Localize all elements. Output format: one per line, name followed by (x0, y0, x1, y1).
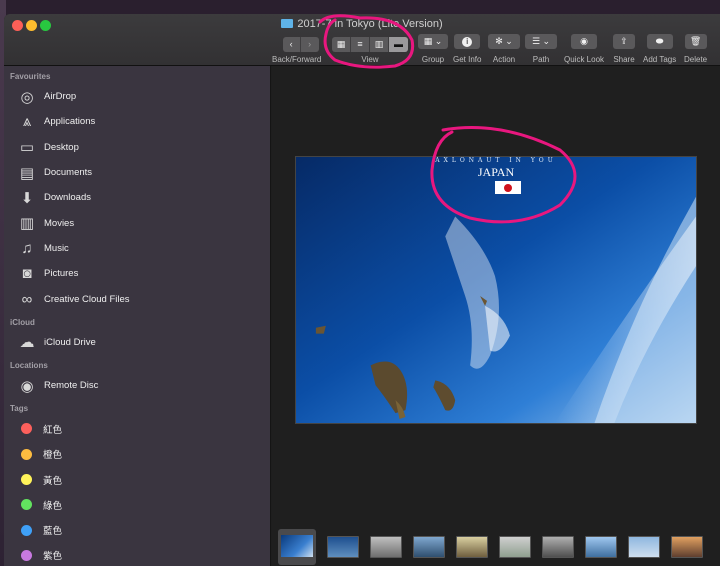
sidebar-item-airdrop[interactable]: ◎ AirDrop (4, 84, 270, 109)
tag-icon: ⬬ (655, 36, 664, 46)
filmstrip-thumb[interactable] (542, 536, 574, 558)
creative-cloud-icon: ∞ (21, 290, 33, 308)
add-tags-group: ⬬ Add Tags (643, 34, 676, 64)
sidebar-item-remote-disc[interactable]: ◉ Remote Disc (4, 373, 270, 398)
path-button[interactable]: ☰ ⌄ (525, 34, 557, 49)
delete-label: Delete (684, 55, 708, 64)
sidebar-section-icloud: iCloud (10, 317, 35, 327)
path-label: Path (532, 55, 550, 64)
airdrop-icon: ◎ (20, 88, 34, 106)
window-title: 2017-7 in Tokyo (Lite Version) (4, 18, 720, 30)
sidebar-item-documents[interactable]: ▤ Documents (4, 160, 270, 185)
column-view-button[interactable]: ▥ (370, 37, 389, 52)
list-view-button[interactable]: ≡ (351, 37, 370, 52)
sidebar-item-pictures[interactable]: ◙ Pictures (4, 261, 270, 286)
add-tags-button[interactable]: ⬬ (646, 34, 673, 49)
pictures-icon: ◙ (22, 265, 32, 283)
view-group: ▦ ≡ ▥ ▬ View (332, 34, 408, 64)
tag-color-dot (21, 524, 32, 536)
tag-color-dot (21, 474, 32, 485)
cloud-icon: ☁ (19, 334, 35, 352)
sidebar: Favourites ◎ AirDrop ⩓ Applications ▭ De… (4, 66, 271, 566)
group-button[interactable]: ▦ ⌄ (418, 34, 448, 49)
filmstrip-thumb[interactable] (671, 536, 703, 558)
forward-button[interactable]: › (301, 37, 319, 52)
path-group: ☰ ⌄ Path (525, 34, 557, 64)
folder-icon (281, 19, 294, 28)
filmstrip-thumb[interactable] (370, 536, 402, 558)
filmstrip-thumb[interactable] (628, 536, 660, 558)
sidebar-item-tag-red[interactable]: 紅色 (4, 416, 270, 441)
filmstrip-thumb[interactable] (499, 536, 531, 558)
info-icon: i (462, 37, 473, 47)
filmstrip-thumb-selected[interactable] (278, 529, 316, 565)
sidebar-item-tag-green[interactable]: 綠色 (4, 492, 270, 517)
sidebar-item-desktop[interactable]: ▭ Desktop (4, 135, 270, 160)
group-label: Group (421, 55, 445, 64)
action-button[interactable]: ✻ ⌄ (488, 34, 520, 49)
share-button[interactable]: ⇪ (613, 34, 635, 49)
share-label: Share (613, 55, 635, 64)
sidebar-item-creative-cloud-files[interactable]: ∞ Creative Cloud Files (4, 286, 270, 311)
group-group: ▦ ⌄ Group (418, 34, 448, 64)
add-tags-label: Add Tags (643, 55, 677, 64)
delete-group: 🗑 Delete (684, 34, 707, 64)
sidebar-item-tag-orange[interactable]: 橙色 (4, 442, 270, 467)
filmstrip-thumb[interactable] (413, 536, 445, 558)
photo-caption: AXLONAUT IN YOU (435, 157, 557, 164)
sidebar-section-favourites: Favourites (10, 72, 51, 81)
get-info-button[interactable]: i (454, 34, 481, 49)
back-forward-label: Back/Forward (272, 55, 322, 64)
sidebar-item-applications[interactable]: ⩓ Applications (4, 109, 270, 134)
sidebar-section-tags: Tags (10, 404, 29, 414)
photo-headline: JAPAN (477, 165, 515, 179)
sidebar-item-tag-yellow[interactable]: 黃色 (4, 467, 270, 492)
filmstrip (272, 528, 720, 566)
tag-color-dot (21, 423, 32, 435)
filmstrip-thumb[interactable] (585, 536, 617, 558)
preview-image[interactable]: AXLONAUT IN YOU JAPAN (295, 156, 697, 424)
trash-icon: 🗑 (689, 36, 702, 46)
tag-color-dot (21, 499, 32, 511)
quick-look-group: ◉ Quick Look (564, 34, 604, 64)
japan-flag-icon (495, 181, 521, 194)
action-group: ✻ ⌄ Action (488, 34, 520, 64)
get-info-group: i Get Info (453, 34, 481, 64)
toolbar: 2017-7 in Tokyo (Lite Version) ‹ › Back/… (4, 14, 720, 66)
share-icon: ⇪ (620, 36, 628, 46)
tag-color-dot (21, 448, 32, 460)
share-group: ⇪ Share (613, 34, 635, 64)
sidebar-item-icloud-drive[interactable]: ☁ iCloud Drive (4, 330, 270, 355)
get-info-label: Get Info (453, 55, 482, 64)
filmstrip-thumb[interactable] (456, 536, 488, 558)
icon-view-button[interactable]: ▦ (332, 37, 351, 52)
sidebar-item-music[interactable]: ♫ Music (4, 236, 270, 261)
desktop-icon: ▭ (19, 139, 35, 157)
quick-look-button[interactable]: ◉ (571, 34, 598, 49)
earth-photo (296, 157, 696, 423)
eye-icon: ◉ (580, 36, 588, 46)
disc-icon: ◉ (20, 377, 34, 395)
view-label: View (361, 55, 379, 64)
back-forward-group: ‹ › Back/Forward (272, 34, 321, 64)
sidebar-item-downloads[interactable]: ⬇ Downloads (4, 185, 270, 210)
downloads-icon: ⬇ (20, 189, 34, 207)
sidebar-section-locations: Locations (10, 360, 48, 370)
gallery-content: AXLONAUT IN YOU JAPAN (272, 66, 720, 566)
filmstrip-thumb[interactable] (327, 536, 359, 558)
sidebar-item-tag-purple[interactable]: 紫色 (4, 543, 270, 566)
applications-icon: ⩓ (22, 113, 32, 131)
delete-button[interactable]: 🗑 (684, 34, 707, 49)
finder-window: 2017-7 in Tokyo (Lite Version) ‹ › Back/… (4, 14, 720, 566)
tag-color-dot (21, 549, 32, 561)
sidebar-item-tag-blue[interactable]: 藍色 (4, 517, 270, 542)
back-button[interactable]: ‹ (283, 37, 301, 52)
gallery-view-button[interactable]: ▬ (389, 37, 408, 52)
documents-icon: ▤ (19, 164, 35, 182)
sidebar-item-movies[interactable]: ▥ Movies (4, 210, 270, 235)
music-icon: ♫ (21, 239, 33, 257)
quick-look-label: Quick Look (564, 55, 605, 64)
action-label: Action (492, 55, 516, 64)
movies-icon: ▥ (19, 215, 35, 233)
